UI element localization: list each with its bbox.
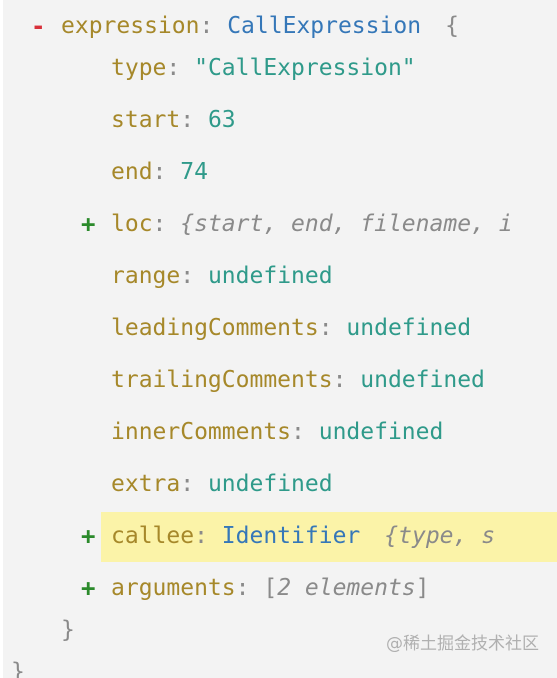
property-key: innerComments xyxy=(111,419,292,445)
colon: : xyxy=(194,523,222,549)
node-type: Identifier xyxy=(221,523,361,549)
expand-toggle-icon[interactable]: + xyxy=(81,198,95,250)
tree-node-callee[interactable]: + callee: Identifier {type, s xyxy=(3,510,557,562)
array-close-bracket: ] xyxy=(415,575,430,601)
property-extra: extra: undefined xyxy=(3,458,557,510)
property-trailing-comments: trailingComments: undefined xyxy=(3,354,557,406)
property-value: 74 xyxy=(180,159,208,185)
colon: : xyxy=(180,107,208,133)
property-value: undefined xyxy=(360,367,485,393)
watermark: @稀土掘金技术社区 xyxy=(386,634,539,654)
property-value: undefined xyxy=(318,419,444,445)
array-open-bracket: [ xyxy=(263,575,278,601)
node-key: arguments xyxy=(111,575,236,601)
node-key: loc xyxy=(111,211,153,237)
property-range: range: undefined xyxy=(3,250,557,302)
colon: : xyxy=(152,159,181,185)
node-key: expression xyxy=(61,13,200,39)
colon: : xyxy=(199,13,228,39)
expand-toggle-icon[interactable]: + xyxy=(81,510,95,562)
node-key: callee xyxy=(111,523,195,549)
property-key: type xyxy=(111,55,167,81)
colon: : xyxy=(332,367,361,393)
property-value: 63 xyxy=(207,107,236,133)
property-value: undefined xyxy=(207,263,333,289)
colon: : xyxy=(235,575,264,601)
property-key: leadingComments xyxy=(111,315,319,341)
colon: : xyxy=(291,419,319,445)
outer-closing-brace: } xyxy=(11,659,25,678)
property-key: end xyxy=(111,159,153,185)
colon: : xyxy=(166,55,195,81)
colon: : xyxy=(152,211,181,237)
property-key: extra xyxy=(111,471,181,497)
tree-node-loc[interactable]: + loc: {start, end, filename, i xyxy=(3,198,557,250)
node-summary: {start, end, filename, i xyxy=(180,211,513,237)
property-type: type: "CallExpression" xyxy=(3,42,557,94)
property-end: end: 74 xyxy=(3,146,557,198)
node-summary: 2 elements xyxy=(277,575,416,601)
colon: : xyxy=(180,263,208,289)
property-key: trailingComments xyxy=(111,367,333,393)
property-value: undefined xyxy=(207,471,333,497)
property-value: "CallExpression" xyxy=(194,55,416,81)
colon: : xyxy=(318,315,347,341)
node-summary: {type, s xyxy=(384,523,496,549)
property-inner-comments: innerComments: undefined xyxy=(3,406,557,458)
property-leading-comments: leadingComments: undefined xyxy=(3,302,557,354)
node-type: CallExpression xyxy=(227,13,422,39)
property-key: range xyxy=(111,263,181,289)
open-brace: { xyxy=(445,13,459,39)
ast-tree-panel: - expression: CallExpression{ type: "Cal… xyxy=(3,0,557,678)
colon: : xyxy=(180,471,208,497)
property-value: undefined xyxy=(346,315,472,341)
property-start: start: 63 xyxy=(3,94,557,146)
property-key: start xyxy=(111,107,181,133)
